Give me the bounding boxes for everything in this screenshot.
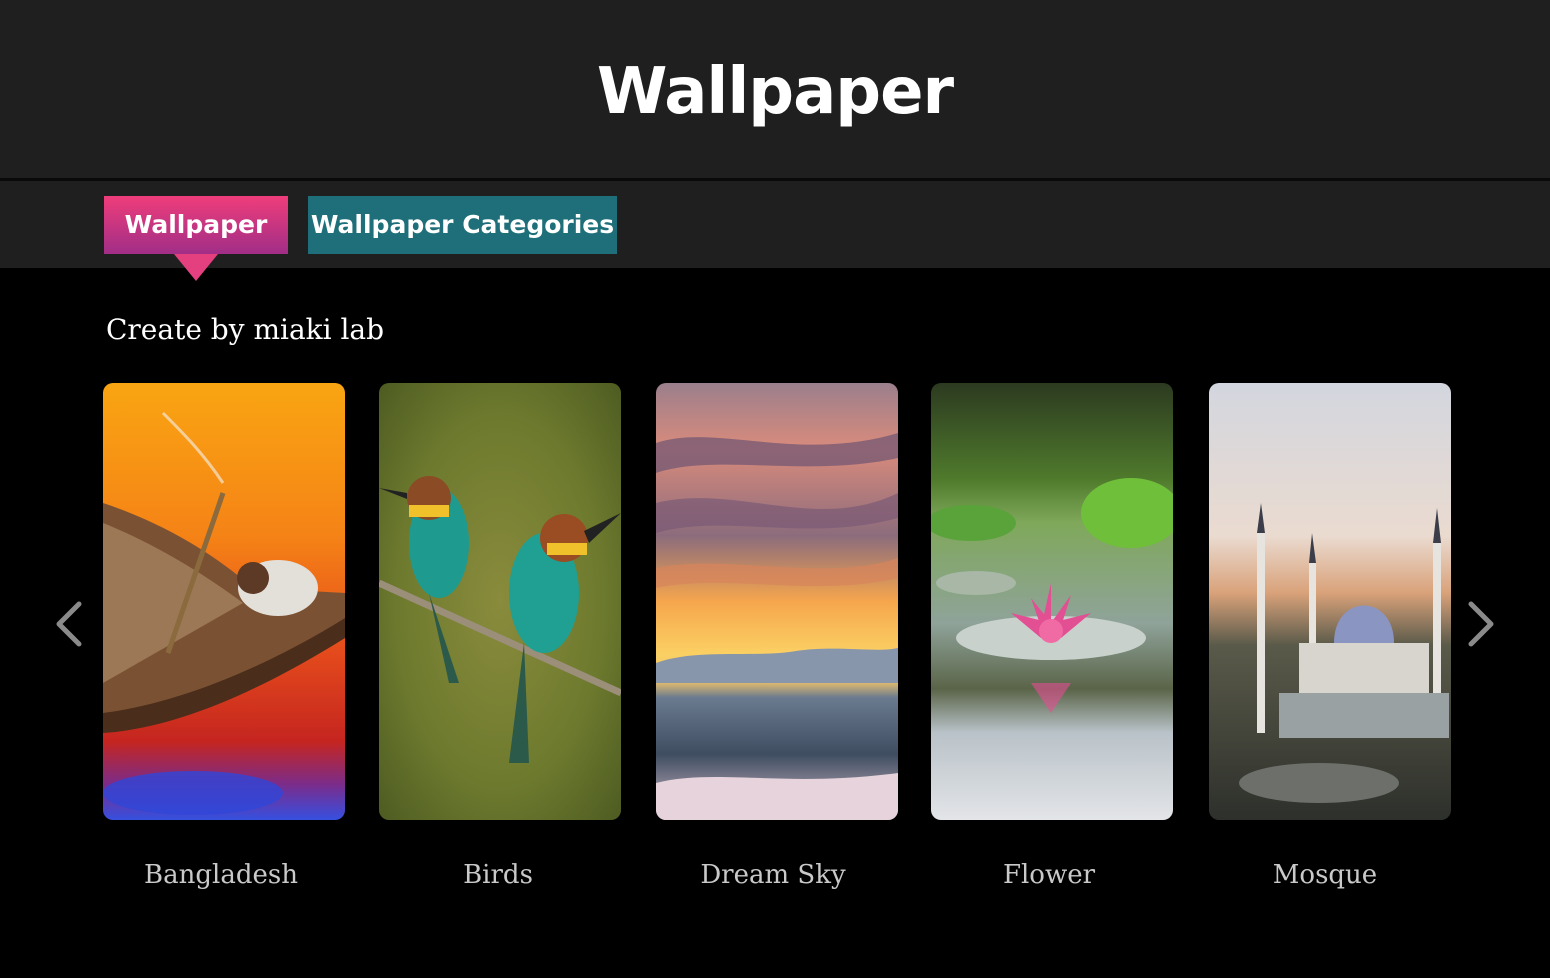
card-label-birds[interactable]: Birds [377,855,619,895]
active-tab-indicator [174,254,218,281]
card-label-mosque[interactable]: Mosque [1204,855,1446,895]
tab-wallpaper-categories[interactable]: Wallpaper Categories [308,196,617,254]
chevron-left-icon [56,601,82,647]
wallpaper-card-flower[interactable] [931,383,1173,820]
app-header: Wallpaper [0,0,1550,178]
credit-text: Create by miaki lab [106,313,385,346]
wallpaper-card-dream-sky[interactable] [656,383,898,820]
carousel-prev-button[interactable] [49,594,89,654]
dream-sky-image [656,383,898,820]
birds-image [379,383,621,820]
card-label-flower[interactable]: Flower [928,855,1170,895]
carousel-next-button[interactable] [1461,594,1501,654]
bangladesh-image [103,383,345,820]
flower-image [931,383,1173,820]
wallpaper-card-mosque[interactable] [1209,383,1451,820]
app-title: Wallpaper [596,55,954,129]
tab-wallpaper[interactable]: Wallpaper [104,196,288,254]
card-label-bangladesh[interactable]: Bangladesh [100,855,342,895]
wallpaper-card-birds[interactable] [379,383,621,820]
card-label-dream-sky[interactable]: Dream Sky [652,855,894,895]
chevron-right-icon [1468,601,1494,647]
wallpaper-card-bangladesh[interactable] [103,383,345,820]
mosque-image [1209,383,1451,820]
